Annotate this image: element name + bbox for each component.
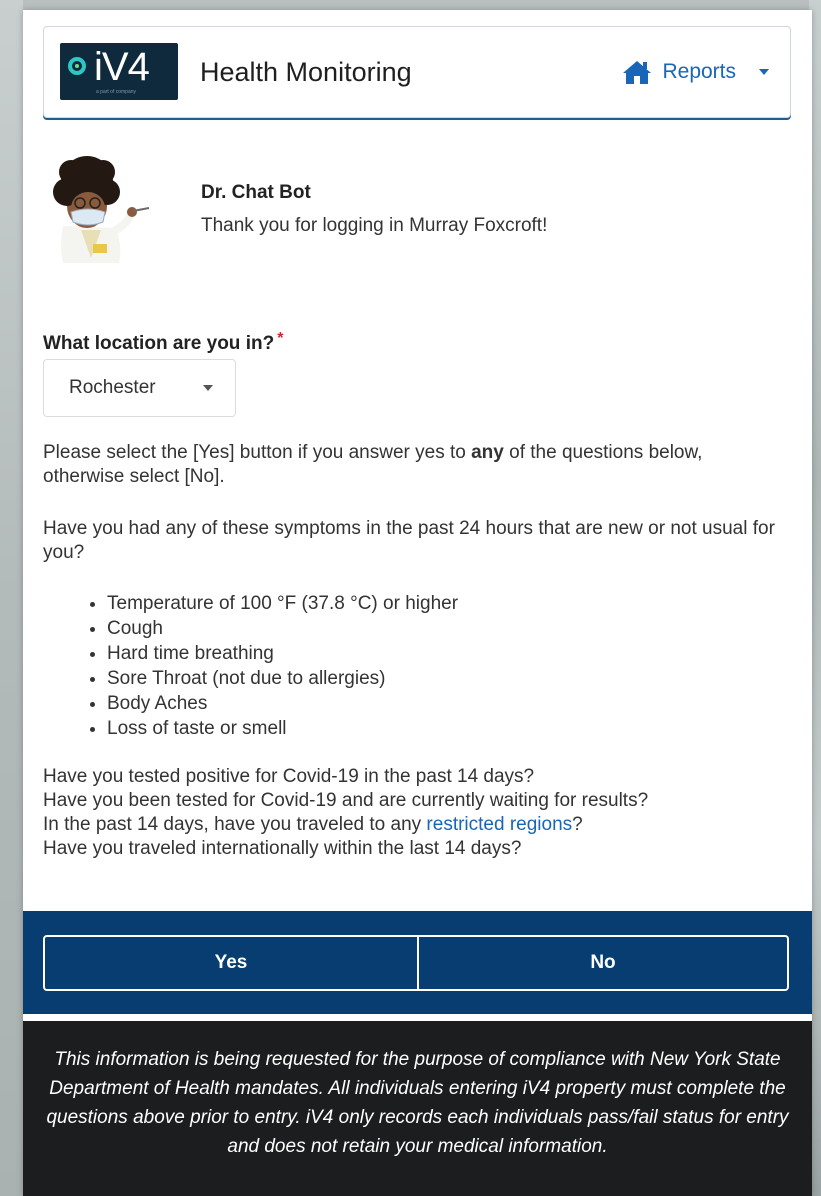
chevron-down-icon [758,68,770,76]
logo-mark-icon [68,57,86,75]
question-travel: In the past 14 days, have you traveled t… [43,813,803,837]
question-waiting: Have you been tested for Covid-19 and ar… [43,790,649,811]
screening-questions: Have you tested positive for Covid-19 in… [43,765,803,861]
instructions-text: Please select the [Yes] button if you an… [43,441,783,489]
list-item: Body Aches [107,691,458,716]
question-positive: Have you tested positive for Covid-19 in… [43,766,535,787]
symptoms-question: Have you had any of these symptoms in th… [43,518,775,563]
required-marker: * [277,330,284,347]
reports-menu-button[interactable]: Reports [622,55,770,89]
bot-avatar [41,148,151,263]
health-monitoring-card: iV4 a part of company Health Monitoring … [23,10,812,1196]
chevron-down-icon [203,385,213,391]
question-travel-prefix: In the past 14 days, have you traveled t… [43,814,427,835]
list-item: Sore Throat (not due to allergies) [107,666,458,691]
restricted-regions-link[interactable]: restricted regions [426,814,572,835]
list-item: Loss of taste or smell [107,716,458,741]
home-icon [622,59,652,85]
list-item: Hard time breathing [107,641,458,666]
disclaimer-text: This information is being requested for … [46,1049,789,1157]
location-label: What location are you in? * [43,330,283,355]
instructions-emphasis: any [471,442,504,463]
question-travel-suffix: ? [572,814,583,835]
symptoms-list: Temperature of 100 °F (37.8 °C) or highe… [83,591,458,741]
instructions-part1: Please select the [Yes] button if you an… [43,442,472,463]
logo-text: iV4 [94,45,150,89]
location-selected-value: Rochester [69,377,156,398]
reports-label: Reports [662,60,736,83]
list-item: Cough [107,616,458,641]
no-button[interactable]: No [419,935,789,991]
answer-bar: Yes No [23,911,812,1014]
app-header: iV4 a part of company Health Monitoring … [43,26,791,118]
bot-message: Thank you for logging in Murray Foxcroft… [201,215,548,236]
page-backdrop-left [0,0,23,1196]
question-international: Have you traveled internationally within… [43,838,522,859]
logo-tagline: a part of company [96,89,137,95]
yes-button[interactable]: Yes [43,935,419,991]
location-select[interactable]: Rochester [43,359,236,417]
bot-name: Dr. Chat Bot [201,182,311,203]
disclaimer-footer: This information is being requested for … [23,1021,812,1196]
page-title: Health Monitoring [200,57,412,87]
location-label-text: What location are you in? [43,333,275,354]
iv4-logo: iV4 a part of company [60,43,178,100]
list-item: Temperature of 100 °F (37.8 °C) or highe… [107,591,458,616]
